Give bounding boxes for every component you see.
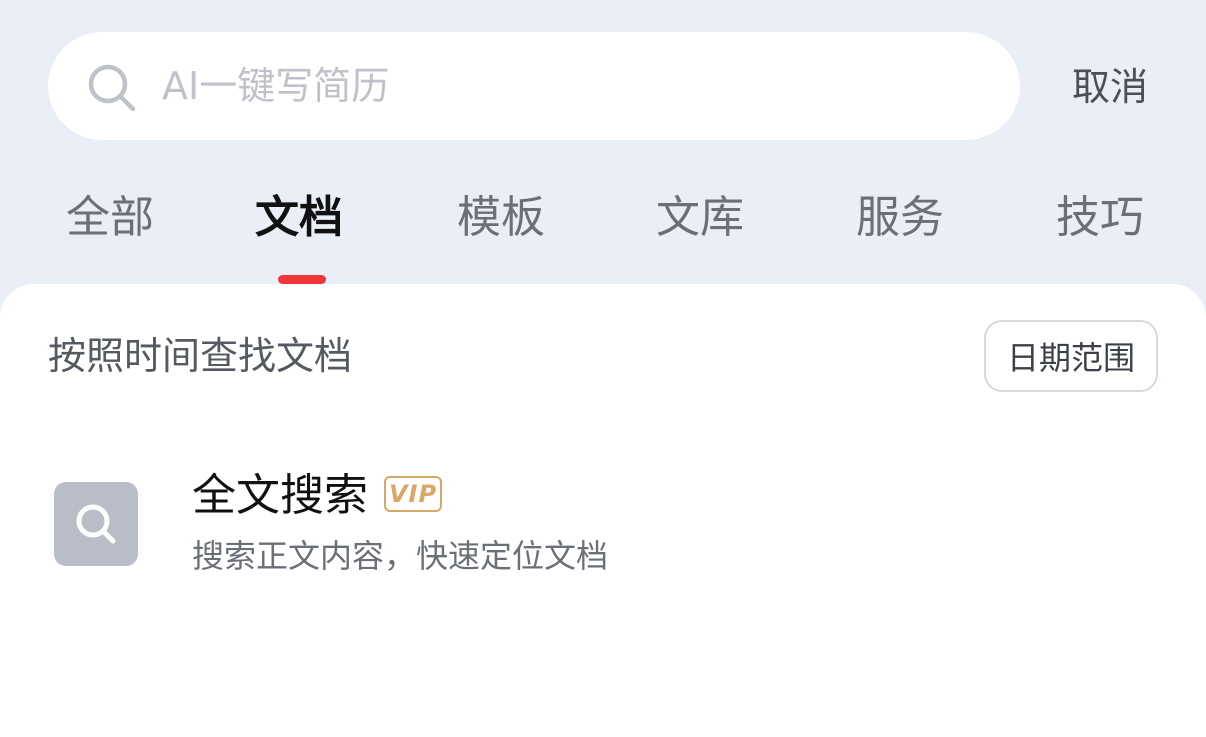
cancel-button[interactable]: 取消: [1072, 62, 1148, 112]
tab-services[interactable]: 服务: [856, 186, 944, 250]
tab-library[interactable]: 文库: [656, 186, 744, 250]
full-text-search-icon-box: [54, 482, 138, 566]
feature-title: 全文搜索: [192, 470, 368, 521]
active-tab-indicator: [278, 275, 326, 284]
tab-all[interactable]: 全部: [66, 186, 154, 250]
search-icon: [76, 504, 116, 544]
search-input[interactable]: [162, 32, 982, 140]
search-screen: 取消 全部 文档 模板 文库 服务 技巧 按照时间查找文档 日期范围 全文搜索 …: [0, 0, 1206, 737]
search-icon: [88, 64, 136, 112]
full-text-search-item[interactable]: 全文搜索 VIP 搜索正文内容，快速定位文档: [0, 460, 1206, 590]
tab-templates[interactable]: 模板: [457, 186, 545, 250]
tab-tips[interactable]: 技巧: [1056, 186, 1144, 250]
feature-description: 搜索正文内容，快速定位文档: [192, 537, 609, 575]
tab-documents[interactable]: 文档: [255, 186, 343, 250]
vip-badge: VIP: [384, 476, 442, 512]
tab-bar: 全部 文档 模板 文库 服务 技巧: [0, 186, 1206, 256]
date-range-button[interactable]: 日期范围: [984, 320, 1158, 392]
filter-by-time-label: 按照时间查找文档: [48, 334, 353, 378]
